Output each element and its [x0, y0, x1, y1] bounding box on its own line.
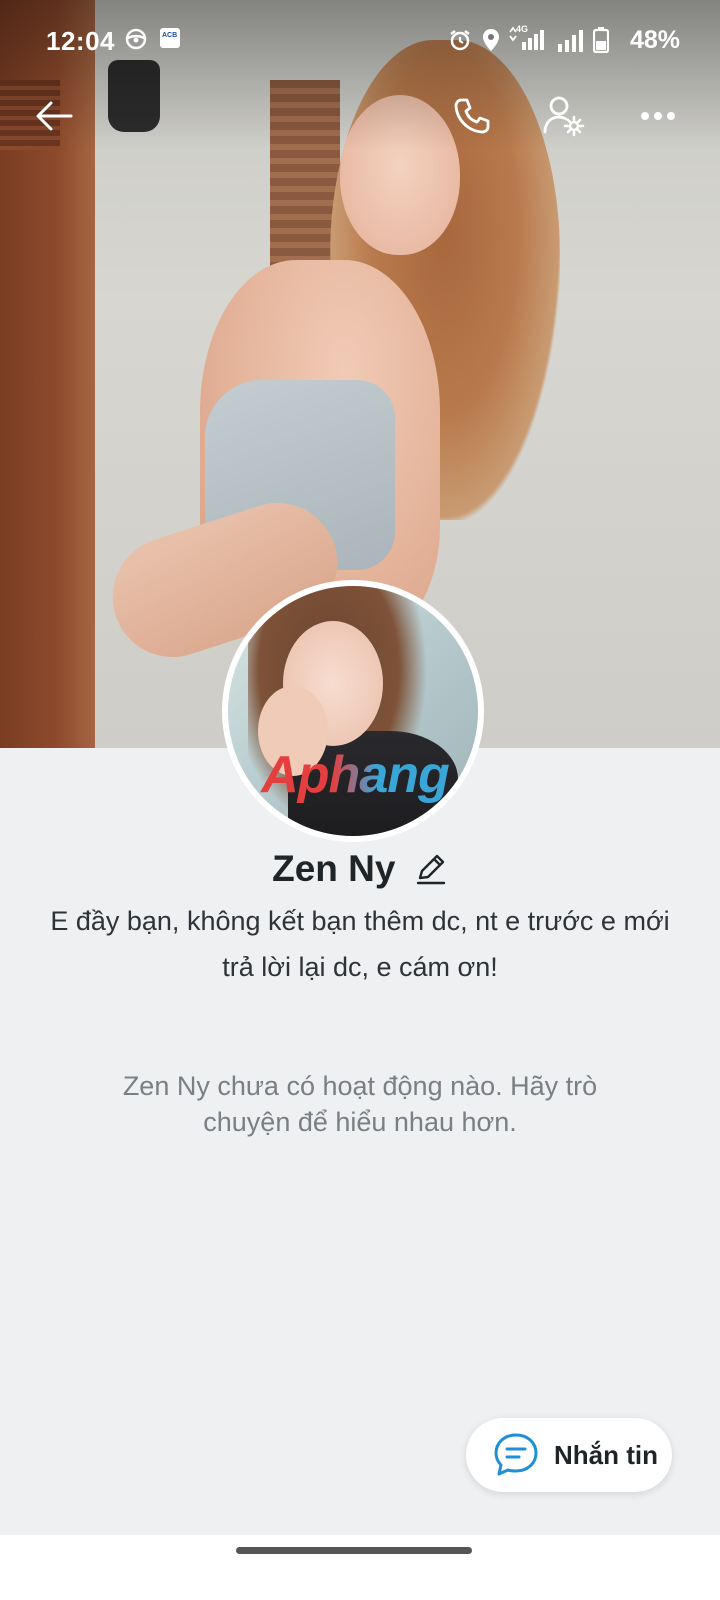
profile-avatar[interactable]: Aphang — [222, 580, 484, 842]
battery-percentage: 48% — [629, 26, 680, 54]
steering-wheel-icon — [125, 28, 147, 55]
acb-app-icon: ACB — [160, 28, 180, 53]
send-message-label: Nhắn tin — [554, 1439, 658, 1470]
more-options-button[interactable] — [628, 86, 688, 146]
alarm-icon — [448, 28, 472, 57]
avatar-watermark: Aphang — [240, 745, 470, 805]
user-gear-icon — [542, 94, 586, 138]
profile-name-row: Zen Ny — [0, 848, 720, 890]
status-bar: 12:04 ACB 4G 48% — [0, 0, 720, 80]
send-message-button[interactable]: Nhắn tin — [466, 1418, 672, 1492]
activity-empty-state: Zen Ny chưa có hoạt động nào. Hãy trò ch… — [122, 1071, 598, 1137]
back-button[interactable] — [24, 86, 84, 146]
battery-icon — [592, 27, 610, 58]
home-indicator[interactable] — [236, 1547, 472, 1554]
profile-name: Zen Ny — [272, 848, 396, 889]
network-type-label: 4G — [516, 24, 529, 34]
profile-top-bar — [0, 80, 720, 160]
chat-bubble-icon — [492, 1431, 540, 1479]
acb-app-icon-label: ACB — [162, 32, 178, 39]
pencil-icon[interactable] — [414, 852, 448, 886]
mobile-signal-4g-icon: 4G — [508, 24, 550, 57]
call-button[interactable] — [442, 86, 502, 146]
profile-bio: E đầy bạn, không kết bạn thêm dc, nt e t… — [50, 906, 670, 982]
signal-icon — [556, 28, 586, 57]
phone-icon — [452, 96, 492, 136]
arrow-left-icon — [35, 100, 73, 132]
status-time: 12:04 — [46, 26, 115, 56]
user-settings-button[interactable] — [534, 86, 594, 146]
more-horizontal-icon — [640, 111, 676, 121]
system-navigation-bar — [0, 1535, 720, 1600]
location-icon — [481, 28, 501, 57]
